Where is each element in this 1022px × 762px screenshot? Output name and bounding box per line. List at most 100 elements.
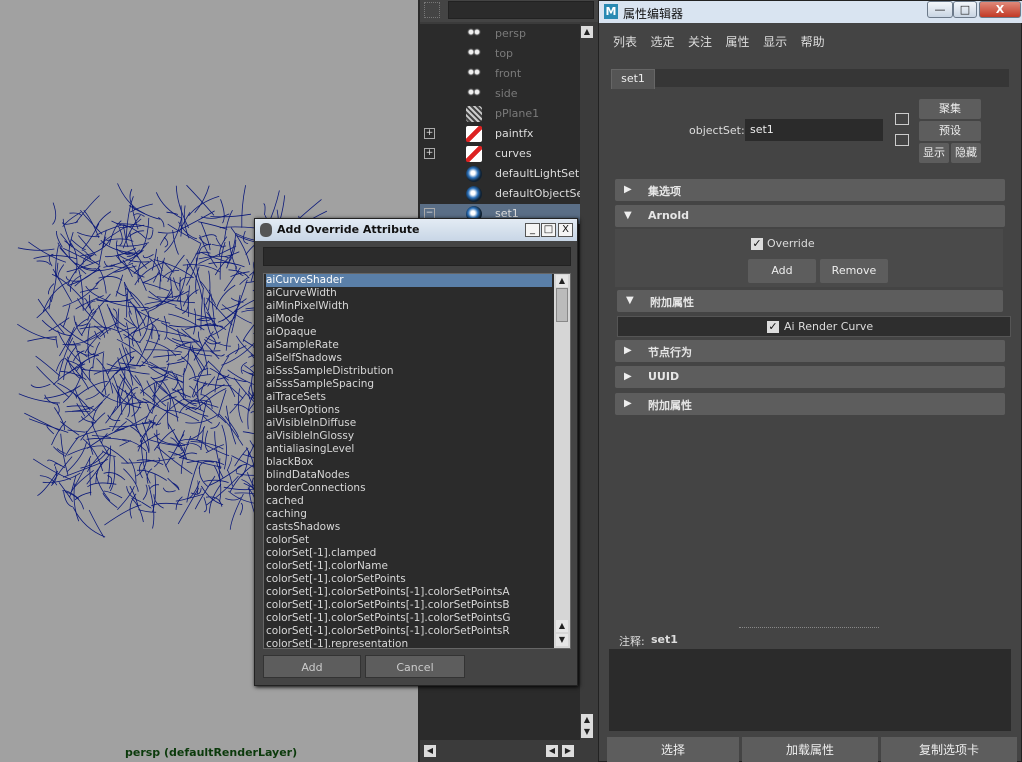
outliner-item-front[interactable]: front	[420, 64, 580, 84]
frame-extra-attributes[interactable]: ▶ 附加属性	[615, 393, 1005, 415]
attribute-list-item[interactable]: blackBox	[266, 456, 552, 469]
frame-node-behavior[interactable]: ▶ 节点行为	[615, 340, 1005, 362]
expand-icon[interactable]: +	[424, 148, 435, 159]
scroll-down-icon[interactable]: ▼	[556, 634, 568, 646]
outliner-item-persp[interactable]: persp	[420, 24, 580, 44]
menu-selected[interactable]: 选定	[651, 35, 675, 49]
attribute-list-item[interactable]: colorSet[-1].colorSetPoints[-1].colorSet…	[266, 599, 552, 612]
add-override-button[interactable]: Add	[748, 259, 816, 283]
outliner-item-defaultobjectset[interactable]: defaultObjectSet	[420, 184, 588, 204]
load-attributes-button[interactable]: 加载属性	[742, 737, 878, 762]
scroll-up-icon[interactable]: ▲	[581, 714, 593, 726]
tab-set1[interactable]: set1	[611, 69, 655, 89]
attribute-editor-titlebar[interactable]: M 属性编辑器 — □ X	[599, 1, 1022, 23]
attribute-list[interactable]: aiCurveShader aiCurveWidth aiMinPixelWidth…	[263, 273, 571, 649]
menu-attributes[interactable]: 属性	[726, 35, 750, 49]
attribute-list-item[interactable]: aiOpaque	[266, 326, 552, 339]
menu-list[interactable]: 列表	[613, 35, 637, 49]
select-button[interactable]: 选择	[607, 737, 739, 762]
objectset-name-field[interactable]: set1	[745, 119, 883, 141]
attribute-list-item[interactable]: aiSampleRate	[266, 339, 552, 352]
attribute-list-item[interactable]: colorSet[-1].colorSetPoints[-1].colorSet…	[266, 612, 552, 625]
presets-button[interactable]: 预设	[919, 121, 981, 141]
attribute-list-scrollbar[interactable]: ▲ ▲ ▼	[554, 274, 570, 648]
remove-override-button[interactable]: Remove	[820, 259, 888, 283]
attribute-list-item[interactable]: aiMode	[266, 313, 552, 326]
hide-button[interactable]: 隐藏	[951, 143, 981, 163]
outliner-horizontal-scrollbar[interactable]: ◀ ◀ ▶	[420, 744, 580, 758]
attribute-filter-input[interactable]	[263, 247, 571, 266]
attribute-list-item[interactable]: aiSssSampleSpacing	[266, 378, 552, 391]
close-button[interactable]: X	[558, 223, 573, 237]
menu-help[interactable]: 帮助	[801, 35, 825, 49]
attribute-list-item[interactable]: colorSet[-1].representation	[266, 638, 552, 648]
notes-textarea[interactable]	[609, 649, 1011, 731]
scroll-up-icon[interactable]: ▲	[556, 275, 568, 287]
frame-set-options[interactable]: ▶ 集选项	[615, 179, 1005, 201]
hair-strand	[83, 210, 100, 238]
attribute-list-item[interactable]: aiVisibleInGlossy	[266, 430, 552, 443]
menu-show[interactable]: 显示	[763, 35, 787, 49]
outliner-item-top[interactable]: top	[420, 44, 580, 64]
show-button[interactable]: 显示	[919, 143, 949, 163]
expand-icon[interactable]: +	[424, 128, 435, 139]
resize-handle[interactable]	[739, 627, 879, 628]
outliner-item-curves[interactable]: + curves	[420, 144, 580, 164]
attribute-list-item[interactable]: aiCurveShader	[266, 274, 552, 287]
attribute-list-item[interactable]: castsShadows	[266, 521, 552, 534]
attribute-list-item[interactable]: cached	[266, 495, 552, 508]
attribute-list-item[interactable]: colorSet[-1].colorSetPoints[-1].colorSet…	[266, 625, 552, 638]
minimize-button[interactable]: —	[927, 1, 953, 18]
ai-render-curve-checkbox[interactable]: ✓	[767, 321, 779, 333]
hair-strand	[215, 237, 223, 249]
attribute-list-item[interactable]: colorSet[-1].colorSetPoints	[266, 573, 552, 586]
attribute-list-item[interactable]: aiSssSampleDistribution	[266, 365, 552, 378]
frame-uuid[interactable]: ▶ UUID	[615, 366, 1005, 388]
attribute-list-item[interactable]: colorSet[-1].clamped	[266, 547, 552, 560]
attribute-list-item[interactable]: colorSet[-1].colorName	[266, 560, 552, 573]
scroll-down-icon[interactable]: ▼	[581, 726, 593, 738]
focus-input-icon[interactable]	[895, 113, 909, 125]
outliner-item-paintfx[interactable]: + paintfx	[420, 124, 580, 144]
add-button[interactable]: Add	[263, 655, 361, 678]
outliner-item-side[interactable]: side	[420, 84, 580, 104]
hair-strand	[30, 383, 51, 388]
hair-strand	[175, 496, 183, 510]
dialog-titlebar[interactable]: Add Override Attribute _ □ X	[255, 219, 577, 241]
outliner-search-input[interactable]	[448, 1, 594, 19]
attribute-list-item[interactable]: aiSelfShadows	[266, 352, 552, 365]
scroll-right-icon[interactable]: ▶	[562, 745, 574, 757]
copy-tab-button[interactable]: 复制选项卡	[881, 737, 1017, 762]
attribute-list-item[interactable]: aiTraceSets	[266, 391, 552, 404]
panel-grip-icon[interactable]	[424, 2, 440, 18]
cancel-button[interactable]: Cancel	[365, 655, 465, 678]
menu-focus[interactable]: 关注	[688, 35, 712, 49]
attribute-list-item[interactable]: aiVisibleInDiffuse	[266, 417, 552, 430]
outliner-item-pplane1[interactable]: pPlane1	[420, 104, 580, 124]
scroll-up-icon[interactable]: ▲	[556, 620, 568, 632]
close-button[interactable]: X	[979, 1, 1021, 18]
outliner-item-defaultlightset[interactable]: defaultLightSet	[420, 164, 580, 184]
maximize-button[interactable]: □	[953, 1, 977, 18]
maximize-button[interactable]: □	[541, 223, 556, 237]
outliner-vertical-scrollbar[interactable]: ▲ ▲ ▼	[580, 24, 594, 740]
attribute-list-item[interactable]: colorSet	[266, 534, 552, 547]
frame-arnold[interactable]: ▼ Arnold	[615, 205, 1005, 227]
attribute-list-item[interactable]: borderConnections	[266, 482, 552, 495]
attribute-list-item[interactable]: antialiasingLevel	[266, 443, 552, 456]
frame-extra-attributes-inner[interactable]: ▼ 附加属性	[617, 290, 1003, 312]
attribute-list-item[interactable]: aiUserOptions	[266, 404, 552, 417]
scroll-left-icon[interactable]: ◀	[424, 745, 436, 757]
attribute-list-item[interactable]: colorSet[-1].colorSetPoints[-1].colorSet…	[266, 586, 552, 599]
scroll-left-icon[interactable]: ◀	[546, 745, 558, 757]
scrollbar-thumb[interactable]	[556, 288, 568, 322]
attribute-list-item[interactable]: aiMinPixelWidth	[266, 300, 552, 313]
attribute-list-item[interactable]: aiCurveWidth	[266, 287, 552, 300]
override-checkbox[interactable]: ✓	[751, 238, 763, 250]
attribute-list-item[interactable]: caching	[266, 508, 552, 521]
attribute-list-item[interactable]: blindDataNodes	[266, 469, 552, 482]
scroll-up-icon[interactable]: ▲	[581, 26, 593, 38]
minimize-button[interactable]: _	[525, 223, 540, 237]
focus-output-icon[interactable]	[895, 134, 909, 146]
focus-button[interactable]: 聚集	[919, 99, 981, 119]
